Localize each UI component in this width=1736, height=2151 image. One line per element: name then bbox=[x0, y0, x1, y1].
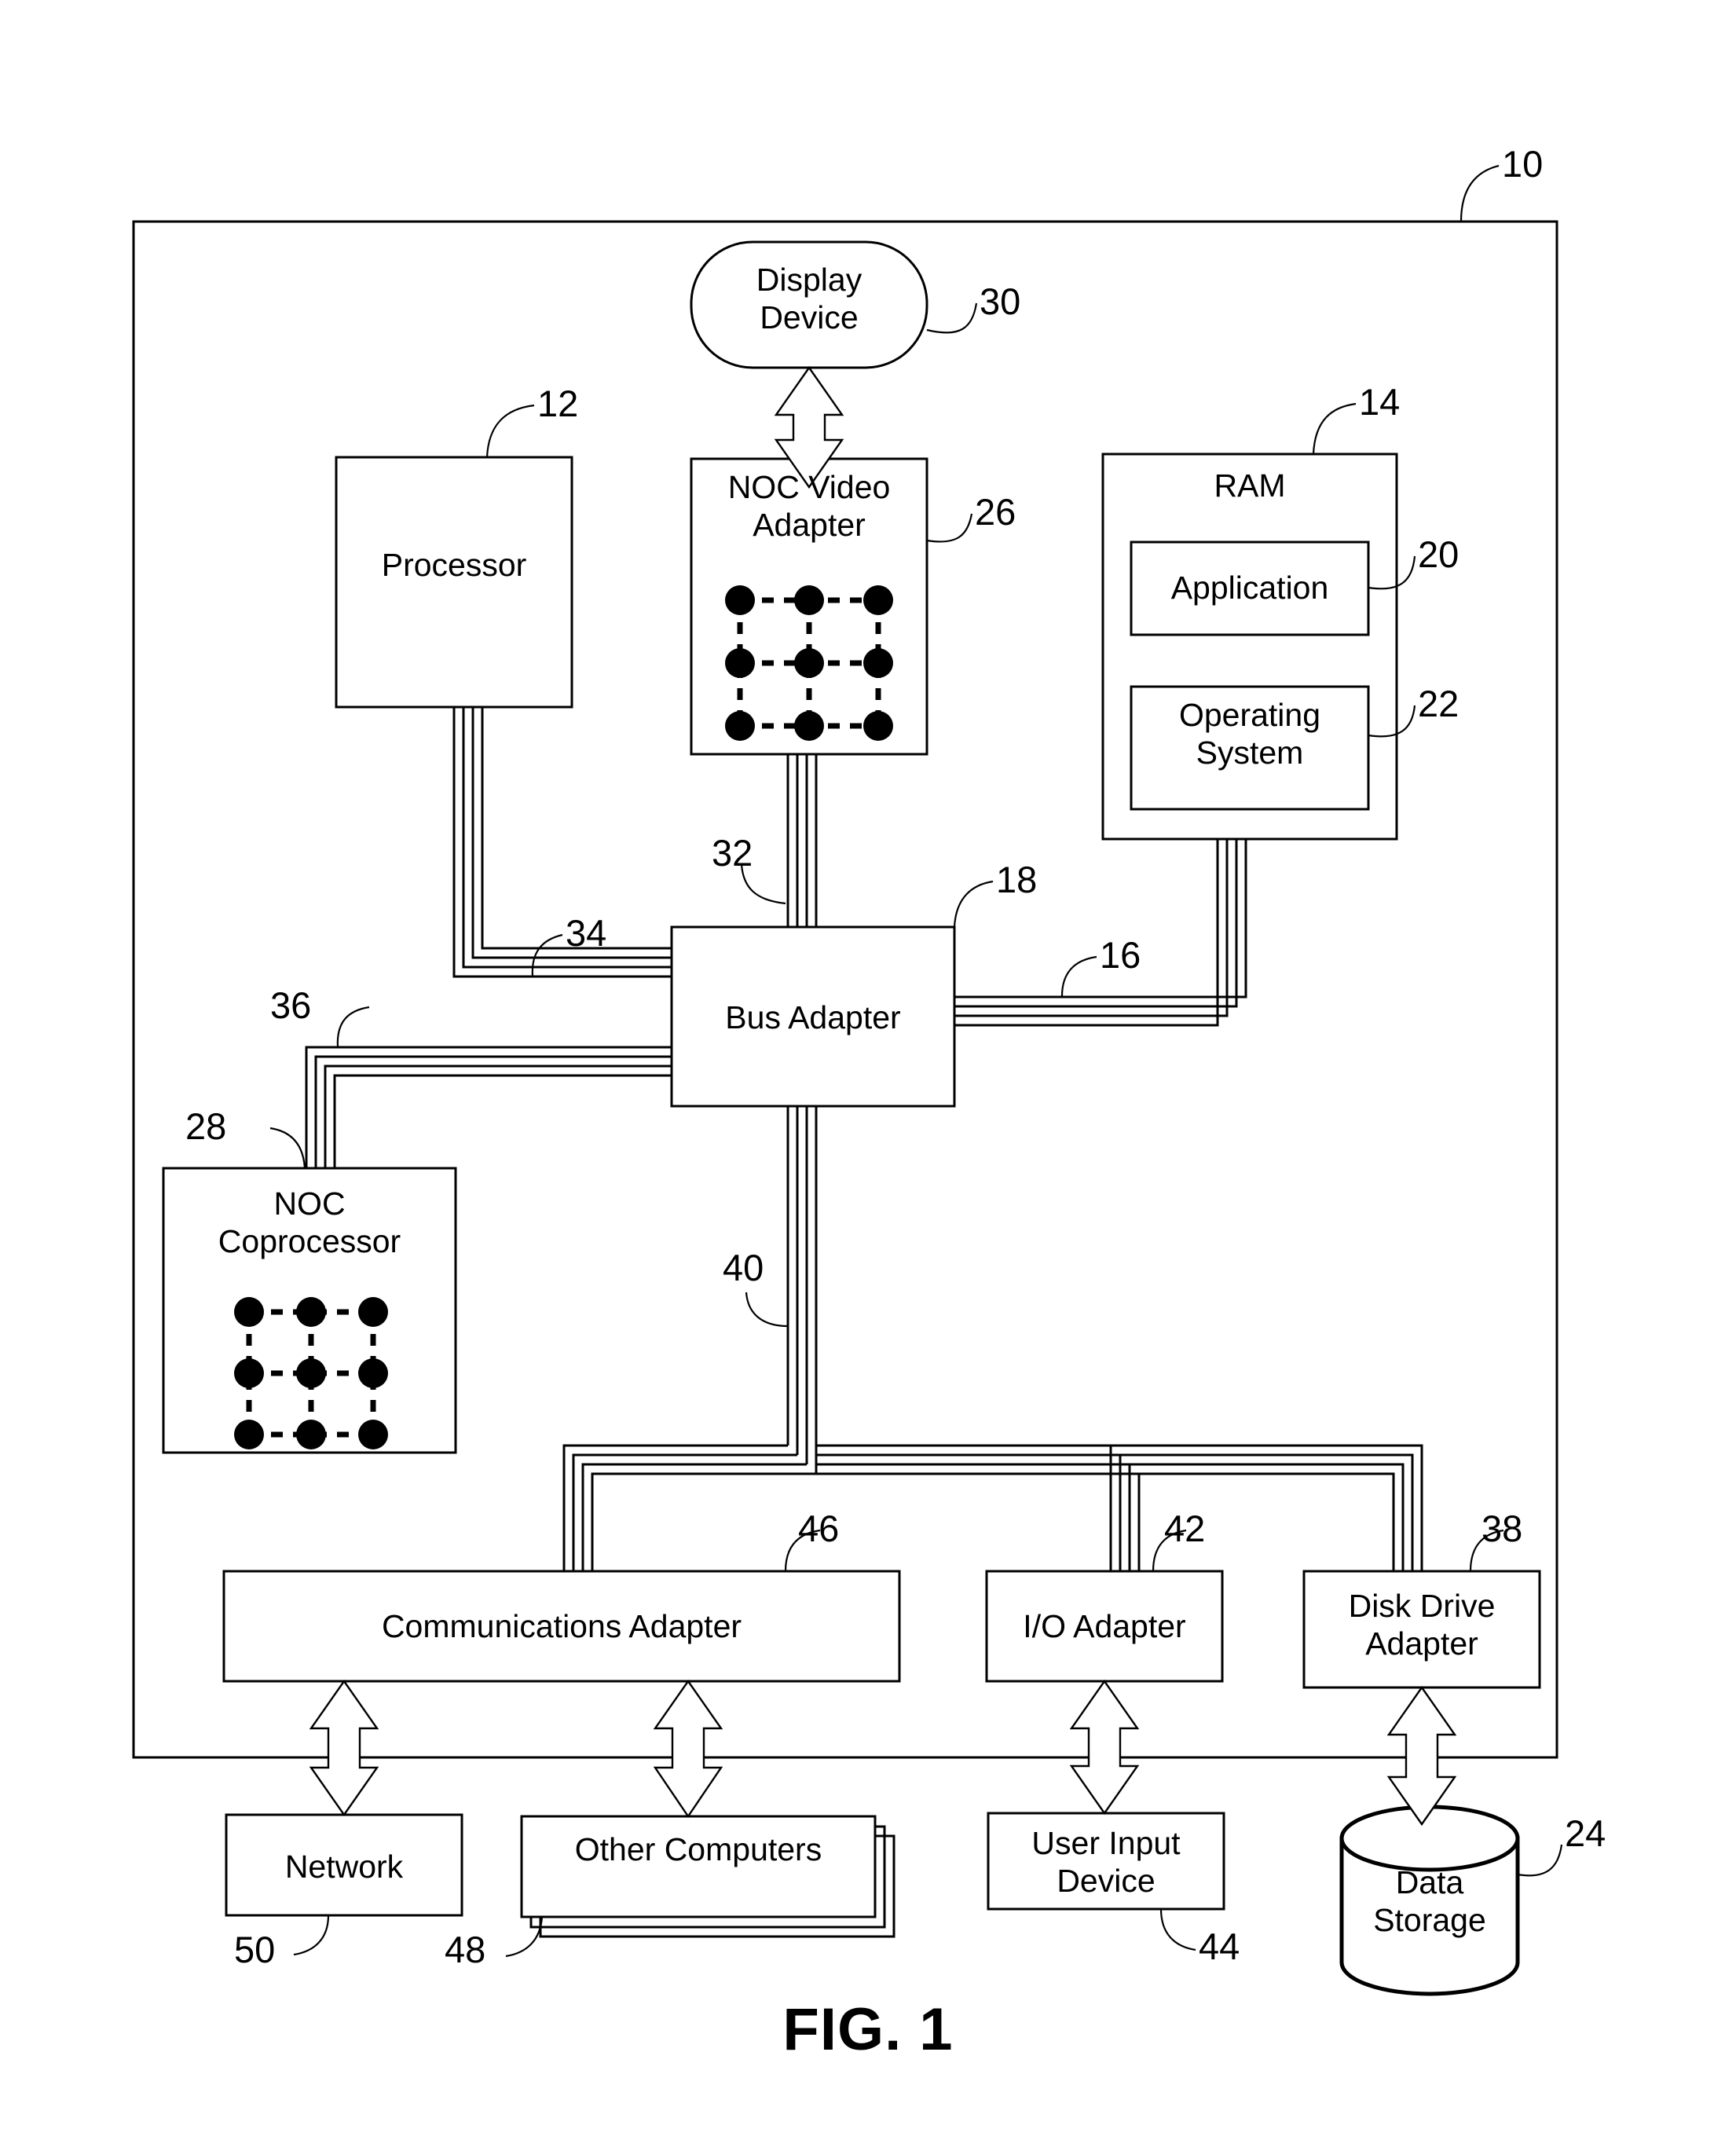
front-side-bus-processor-lines bbox=[452, 707, 672, 978]
arrow-disk-to-storage bbox=[1386, 1685, 1457, 1827]
ref-numeral-10: 10 bbox=[1502, 143, 1544, 185]
ref-numeral-22: 22 bbox=[1418, 683, 1459, 724]
io-adapter-box[interactable] bbox=[985, 1570, 1224, 1683]
leader-36 bbox=[336, 1006, 370, 1048]
ref-numeral-30: 30 bbox=[980, 280, 1021, 322]
operating-system-box[interactable] bbox=[1130, 685, 1370, 811]
coprocessor-bus-lines bbox=[305, 1046, 672, 1168]
leader-12 bbox=[485, 404, 535, 458]
leader-14 bbox=[1312, 402, 1357, 455]
processor-box[interactable] bbox=[335, 456, 573, 709]
leader-48 bbox=[505, 1916, 544, 1958]
ref-numeral-50: 50 bbox=[234, 1929, 276, 1970]
ref-numeral-12: 12 bbox=[537, 383, 579, 424]
ref-numeral-48: 48 bbox=[445, 1929, 486, 1970]
arrow-comms-to-network bbox=[309, 1679, 379, 1817]
leader-18 bbox=[953, 880, 994, 928]
diagram-vector-layer bbox=[132, 164, 1563, 1996]
ref-numeral-32: 32 bbox=[712, 832, 753, 874]
patent-figure-page: Display Device Processor NOC Video Adapt… bbox=[0, 0, 1736, 2151]
expansion-bus-lines bbox=[562, 1106, 1423, 1573]
ref-numeral-34: 34 bbox=[566, 912, 607, 954]
arrow-comms-to-other-computers bbox=[653, 1679, 723, 1819]
ref-numeral-40: 40 bbox=[723, 1247, 764, 1288]
leader-26 bbox=[926, 513, 973, 543]
ref-numeral-38: 38 bbox=[1481, 1508, 1523, 1549]
arrow-io-to-user-input bbox=[1069, 1679, 1140, 1816]
leader-16 bbox=[1060, 955, 1097, 997]
ref-numeral-46: 46 bbox=[798, 1508, 840, 1549]
leader-34 bbox=[531, 933, 563, 977]
leader-50 bbox=[293, 1915, 330, 1956]
leader-24 bbox=[1517, 1844, 1563, 1877]
bus-adapter-box[interactable] bbox=[670, 925, 956, 1108]
display-device-box[interactable] bbox=[690, 240, 928, 369]
ref-numeral-44: 44 bbox=[1199, 1926, 1240, 1967]
other-computers-box[interactable] bbox=[520, 1815, 877, 1918]
ref-numeral-26: 26 bbox=[975, 491, 1016, 533]
video-bus-lines bbox=[786, 754, 818, 943]
ref-numeral-16: 16 bbox=[1100, 934, 1141, 976]
leader-44 bbox=[1159, 1908, 1196, 1951]
communications-adapter-box[interactable] bbox=[222, 1570, 901, 1683]
network-box[interactable] bbox=[225, 1813, 463, 1917]
application-box[interactable] bbox=[1130, 540, 1370, 636]
leader-40 bbox=[745, 1292, 789, 1328]
data-storage-cylinder[interactable] bbox=[1339, 1805, 1520, 1996]
leader-30 bbox=[926, 302, 978, 334]
user-input-device-box[interactable] bbox=[987, 1812, 1225, 1911]
ref-numeral-14: 14 bbox=[1359, 381, 1401, 423]
noc-coprocessor-mesh-icon bbox=[234, 1297, 388, 1449]
noc-video-mesh-icon bbox=[725, 585, 893, 741]
disk-drive-adapter-box[interactable] bbox=[1302, 1570, 1541, 1689]
ref-numeral-20: 20 bbox=[1418, 533, 1459, 575]
ref-numeral-42: 42 bbox=[1164, 1508, 1206, 1549]
leader-28 bbox=[269, 1127, 306, 1169]
ref-numeral-18: 18 bbox=[996, 859, 1038, 900]
ref-numeral-36: 36 bbox=[270, 984, 312, 1026]
leader-10 bbox=[1459, 164, 1500, 222]
ref-numeral-28: 28 bbox=[185, 1105, 227, 1147]
ref-numeral-24: 24 bbox=[1565, 1812, 1606, 1854]
figure-caption: FIG. 1 bbox=[782, 1996, 954, 2063]
